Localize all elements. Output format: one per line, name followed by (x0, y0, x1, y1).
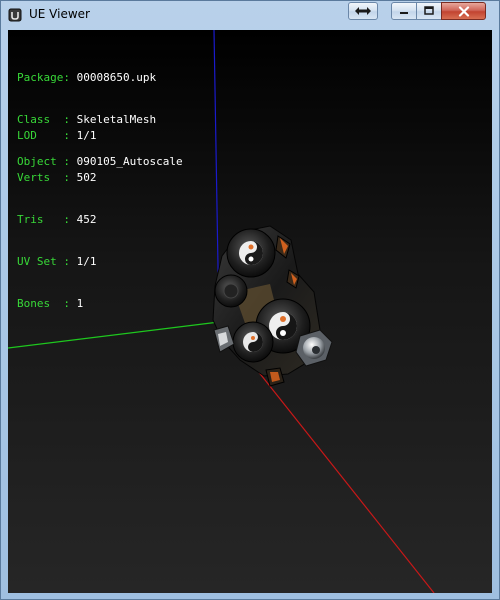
info-row-bones: Bones : 1 (17, 297, 96, 311)
info-value: 00008650.upk (76, 71, 157, 84)
title-bar[interactable]: UE Viewer (1, 1, 499, 30)
skeletal-mesh-model[interactable] (212, 225, 333, 387)
info-value: 1/1 (76, 255, 97, 268)
app-icon (8, 8, 22, 22)
window-title: UE Viewer (29, 7, 90, 21)
maximize-button[interactable] (416, 2, 442, 20)
info-value: 452 (76, 213, 97, 226)
minimize-button[interactable] (391, 2, 417, 20)
info-value: 1/1 (76, 129, 97, 142)
mesh-info-panel: LOD : 1/1 Verts : 502 Tris : 452 UV Set … (17, 101, 96, 339)
info-label: UV Set : (17, 255, 70, 268)
info-row-lod: LOD : 1/1 (17, 129, 96, 143)
info-label: Package: (17, 71, 70, 84)
close-icon (458, 5, 469, 17)
info-row-package: Package: 00008650.upk (17, 71, 183, 85)
info-value: 1 (76, 297, 84, 310)
3d-viewport[interactable]: Package: 00008650.upk Class : SkeletalMe… (8, 30, 492, 593)
swap-button[interactable] (348, 2, 378, 20)
minimize-icon (400, 12, 408, 14)
info-row-verts: Verts : 502 (17, 171, 96, 185)
close-button[interactable] (441, 2, 486, 20)
maximize-icon (424, 6, 434, 15)
info-row-tris: Tris : 452 (17, 213, 96, 227)
info-label: Verts : (17, 171, 70, 184)
info-row-uvset: UV Set : 1/1 (17, 255, 96, 269)
info-value: 502 (76, 171, 97, 184)
double-arrow-icon (355, 7, 371, 15)
app-window: UE Viewer Package: 00008650.upk Class: … (0, 0, 500, 600)
info-label: Bones : (17, 297, 70, 310)
info-label: Tris : (17, 213, 70, 226)
info-label: LOD : (17, 129, 70, 142)
